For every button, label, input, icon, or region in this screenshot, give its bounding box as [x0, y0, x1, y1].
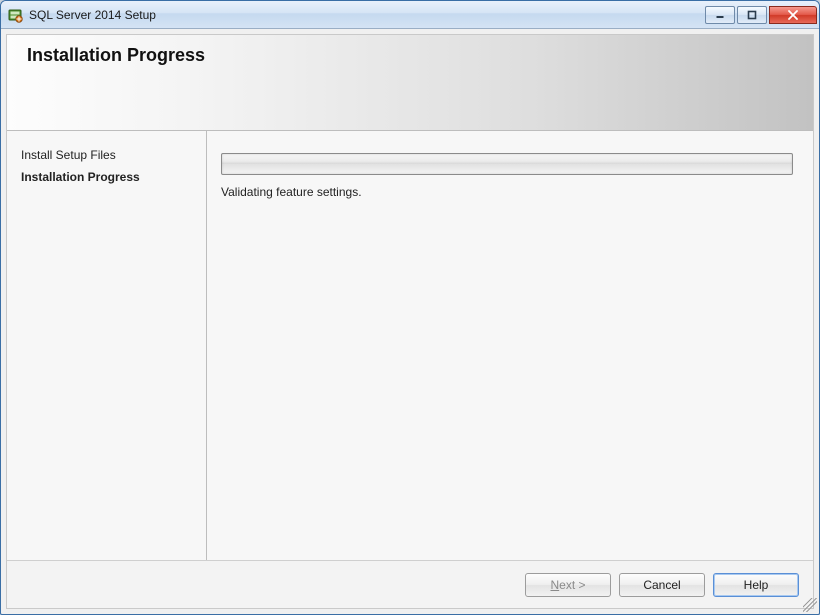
wizard-header: Installation Progress — [7, 35, 813, 131]
app-icon — [7, 7, 23, 23]
install-progress-bar — [221, 153, 793, 175]
titlebar[interactable]: SQL Server 2014 Setup — [1, 1, 819, 29]
close-button[interactable] — [769, 6, 817, 24]
page-title: Installation Progress — [27, 45, 793, 66]
window-controls — [703, 6, 817, 24]
window-title: SQL Server 2014 Setup — [29, 8, 703, 22]
client-area: Installation Progress Install Setup File… — [6, 34, 814, 609]
minimize-button[interactable] — [705, 6, 735, 24]
install-status-text: Validating feature settings. — [221, 185, 793, 199]
next-button[interactable]: Next > — [525, 573, 611, 597]
maximize-button[interactable] — [737, 6, 767, 24]
sidebar-item-installation-progress: Installation Progress — [17, 167, 196, 187]
wizard-body: Install Setup Files Installation Progres… — [7, 131, 813, 560]
wizard-footer: Next > Cancel Help — [7, 560, 813, 608]
help-button[interactable]: Help — [713, 573, 799, 597]
app-window: SQL Server 2014 Setup Installation Progr… — [0, 0, 820, 615]
wizard-sidebar: Install Setup Files Installation Progres… — [7, 131, 207, 560]
resize-grip-icon[interactable] — [803, 598, 817, 612]
wizard-main: Validating feature settings. — [207, 131, 813, 560]
cancel-button[interactable]: Cancel — [619, 573, 705, 597]
sidebar-item-install-setup-files: Install Setup Files — [17, 145, 196, 165]
